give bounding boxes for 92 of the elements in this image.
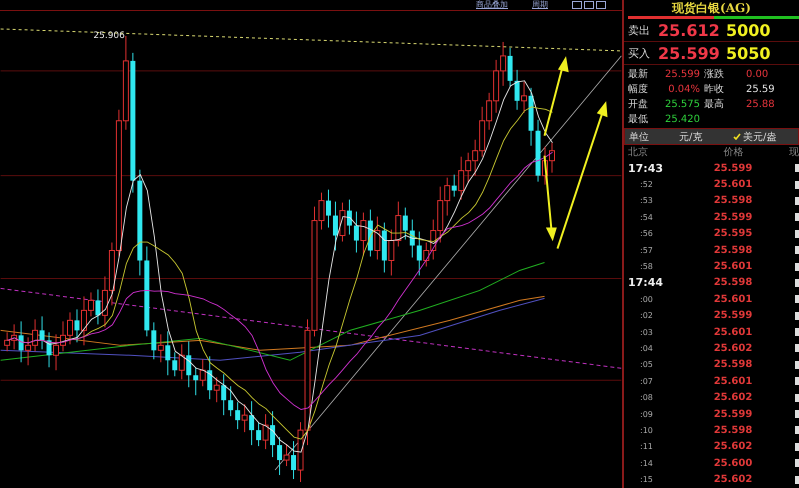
stat-value: 25.420 bbox=[664, 113, 701, 127]
tick-time: 17:44 bbox=[628, 276, 664, 290]
tick-time: :08 bbox=[639, 393, 654, 402]
order-volume: 5000 bbox=[726, 20, 771, 40]
tick-price: 25.601 bbox=[712, 376, 754, 387]
toolbar-link[interactable]: 周期 bbox=[532, 0, 548, 10]
tick-price: 25.598 bbox=[712, 244, 754, 256]
tick-time: :53 bbox=[639, 196, 654, 206]
tick-time: :57 bbox=[639, 246, 654, 255]
tick-price: 25.598 bbox=[712, 424, 754, 436]
tick-volume-marker bbox=[795, 230, 799, 238]
tick-volume-marker bbox=[795, 246, 799, 254]
tick-time: :10 bbox=[639, 426, 654, 435]
tick-volume-marker bbox=[795, 213, 799, 222]
stat-value: 0.00 bbox=[745, 68, 770, 82]
tick-volume-marker bbox=[795, 476, 799, 484]
tick-price: 25.600 bbox=[712, 458, 754, 469]
stat-label: 涨跌 bbox=[704, 68, 725, 82]
tick-time: :07 bbox=[639, 376, 654, 386]
tick-time: :58 bbox=[639, 262, 654, 272]
tick-price: 25.599 bbox=[712, 162, 754, 174]
tick-volume-marker bbox=[795, 442, 799, 451]
tick-time: :11 bbox=[639, 442, 654, 452]
tick-price: 25.599 bbox=[712, 408, 754, 420]
tick-time: :54 bbox=[639, 212, 654, 222]
tick-volume-marker bbox=[795, 295, 799, 304]
column-header: 现 bbox=[789, 146, 799, 160]
order-volume: 5050 bbox=[726, 44, 771, 62]
tick-time: 17:43 bbox=[628, 162, 664, 175]
tick-time: :00 bbox=[639, 294, 654, 304]
order-price: 25.599 bbox=[658, 44, 720, 62]
stat-value: 25.59 bbox=[745, 83, 776, 97]
tick-price: 25.601 bbox=[712, 179, 754, 190]
tick-price: 25.599 bbox=[712, 212, 754, 223]
column-header: 价格 bbox=[724, 146, 744, 160]
unit-label: 单位 bbox=[629, 130, 650, 144]
order-price: 25.612 bbox=[658, 20, 720, 40]
tick-price: 25.602 bbox=[712, 392, 754, 404]
tick-volume-marker bbox=[795, 426, 799, 434]
column-header: 北京 bbox=[628, 146, 648, 160]
tick-price: 25.601 bbox=[712, 294, 754, 305]
unit-option[interactable]: 美元/盎 bbox=[733, 130, 783, 144]
tick-volume-marker bbox=[795, 180, 799, 189]
stat-value: 25.599 bbox=[664, 68, 701, 82]
stat-value: 0.04% bbox=[667, 83, 701, 97]
tick-price: 25.602 bbox=[712, 441, 754, 452]
tick-price: 25.601 bbox=[712, 326, 754, 338]
unit-option[interactable]: 元/克 bbox=[679, 130, 729, 144]
tick-volume-marker bbox=[795, 164, 799, 172]
instrument-title: 现货白银(AG) bbox=[670, 0, 752, 16]
tick-price: 25.598 bbox=[712, 277, 754, 288]
tick-price: 25.595 bbox=[712, 228, 754, 240]
tick-volume-marker bbox=[795, 377, 799, 386]
stat-value: 25.575 bbox=[664, 98, 701, 112]
tick-time: :05 bbox=[639, 360, 654, 370]
order-label: 买入 bbox=[628, 46, 651, 60]
tick-time: :56 bbox=[639, 229, 654, 238]
tick-price: 25.598 bbox=[712, 359, 754, 370]
tick-volume-marker bbox=[795, 328, 799, 336]
tick-time: :09 bbox=[639, 410, 654, 419]
tick-volume-marker bbox=[795, 360, 799, 369]
order-label: 卖出 bbox=[628, 22, 651, 38]
maximize-icon[interactable] bbox=[596, 0, 606, 9]
tick-price: 25.598 bbox=[712, 195, 754, 206]
price-label: 25.906 bbox=[93, 30, 125, 41]
tick-price: 25.599 bbox=[712, 310, 754, 322]
stat-label: 最低 bbox=[628, 113, 649, 127]
stat-label: 最高 bbox=[704, 98, 725, 112]
tick-volume-marker bbox=[795, 459, 799, 468]
tick-time: :04 bbox=[639, 344, 654, 353]
tick-volume-marker bbox=[795, 312, 799, 320]
tick-volume-marker bbox=[795, 262, 799, 271]
stat-label: 最新 bbox=[628, 68, 649, 82]
check-icon bbox=[733, 133, 741, 140]
stat-value: 25.88 bbox=[745, 98, 776, 112]
tick-time: :14 bbox=[639, 458, 654, 468]
tick-price: 25.601 bbox=[712, 261, 754, 272]
tick-volume-marker bbox=[795, 394, 799, 402]
tick-volume-marker bbox=[795, 410, 799, 418]
tick-volume-marker bbox=[795, 344, 799, 352]
tick-time: :03 bbox=[639, 328, 654, 337]
stat-label: 昨收 bbox=[704, 83, 725, 97]
tick-price: 25.602 bbox=[712, 474, 754, 486]
tick-price: 25.602 bbox=[712, 342, 754, 354]
toolbar-link[interactable]: 商品叠加 bbox=[476, 0, 508, 10]
stat-label: 幅度 bbox=[628, 82, 649, 97]
tick-volume-marker bbox=[795, 278, 799, 287]
tick-time: :02 bbox=[639, 311, 654, 320]
tick-time: :52 bbox=[639, 180, 654, 190]
stat-label: 开盘 bbox=[628, 98, 649, 112]
tick-volume-marker bbox=[795, 196, 799, 205]
tick-time: :15 bbox=[639, 475, 654, 484]
